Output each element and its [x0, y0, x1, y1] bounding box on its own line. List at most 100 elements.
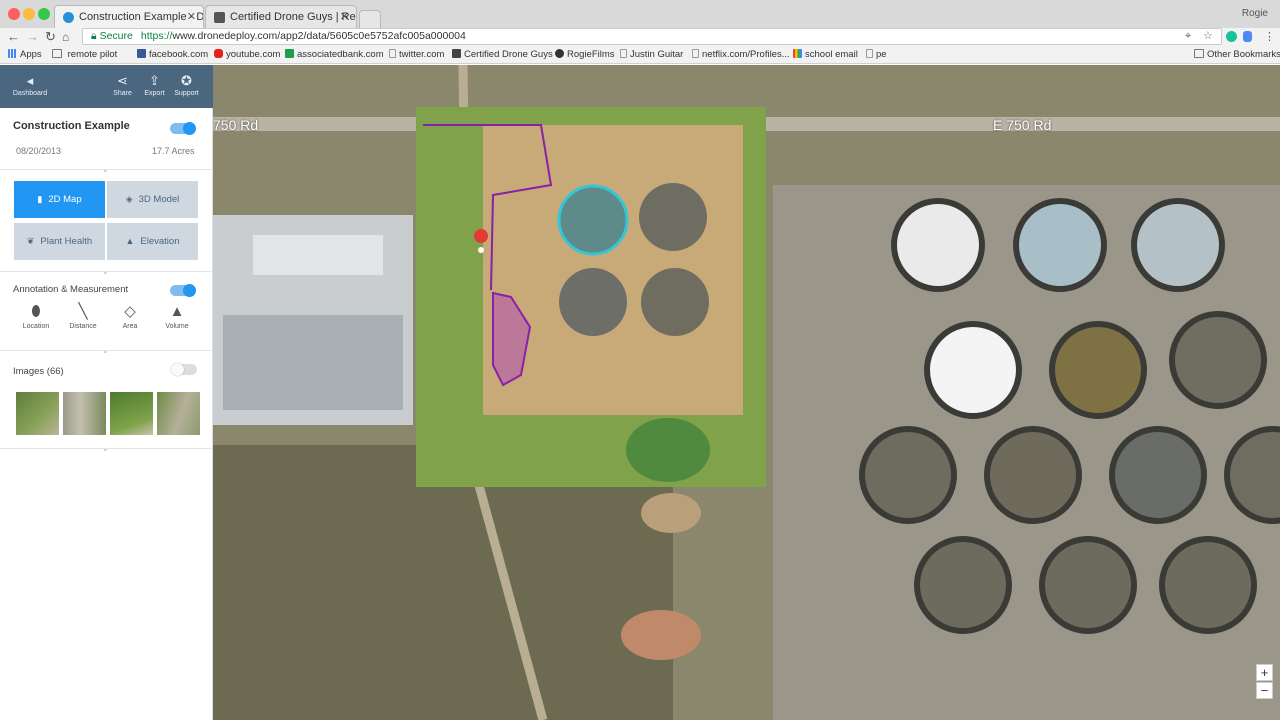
- profile-name[interactable]: Rogie: [1242, 8, 1268, 19]
- secure-label: Secure: [99, 30, 133, 42]
- tool-volume[interactable]: ▲ Volume: [157, 303, 197, 330]
- bookmark-link[interactable]: Certified Drone Guys: [452, 49, 553, 60]
- bookmark-link[interactable]: twitter.com: [389, 49, 444, 60]
- support-button[interactable]: ✪ Support: [172, 73, 201, 97]
- star-bookmark-icon[interactable]: ☆: [1203, 29, 1213, 44]
- tab-title: Construction Example - Drone: [79, 11, 204, 23]
- pyramid-icon: ▲: [169, 303, 185, 320]
- road-label: E 750 Rd: [993, 117, 1052, 133]
- tank: [639, 183, 707, 251]
- maximize-window-button[interactable]: [38, 8, 50, 20]
- menu-kebab-icon[interactable]: ⋮: [1264, 29, 1275, 45]
- mode-plant-health-button[interactable]: ❦ Plant Health: [14, 223, 105, 260]
- annotation-section-label: Annotation & Measurement: [13, 284, 129, 295]
- browser-toolbar: ← → ↻ ⌂ 🔒︎ Secure https://www.dronedeploy.…: [0, 28, 1280, 46]
- images-toggle[interactable]: [171, 363, 197, 376]
- minimize-window-button[interactable]: [23, 8, 35, 20]
- chevron-down-icon[interactable]: ⌄: [102, 165, 109, 174]
- tool-area[interactable]: ◇ Area: [110, 303, 150, 330]
- forward-icon[interactable]: →: [26, 29, 39, 45]
- facebook-icon: [137, 49, 146, 58]
- back-icon[interactable]: ←: [7, 29, 20, 45]
- close-window-button[interactable]: [8, 8, 20, 20]
- apps-grid-icon: [8, 49, 17, 58]
- film-icon: [555, 49, 564, 58]
- image-thumbnail[interactable]: [16, 392, 59, 435]
- bookmark-link[interactable]: RogieFilms: [555, 49, 615, 60]
- extension-icon[interactable]: [1243, 31, 1252, 42]
- mode-2d-map-button[interactable]: ▮ 2D Map: [14, 181, 105, 218]
- leaf-icon: ❦: [26, 236, 35, 246]
- polygon-icon: ◇: [124, 303, 136, 320]
- tool-distance[interactable]: ╲ Distance: [63, 303, 103, 330]
- bookmark-folder[interactable]: remote pilot: [52, 49, 117, 60]
- image-thumbnail[interactable]: [63, 392, 106, 435]
- zoom-in-button[interactable]: +: [1256, 664, 1273, 681]
- tool-location[interactable]: ⬮ Location: [16, 303, 56, 330]
- retention-pond: [626, 418, 710, 482]
- drone-icon: [452, 49, 461, 58]
- page-icon: [692, 49, 699, 58]
- google-icon: [793, 49, 802, 58]
- bank-icon: [285, 49, 294, 58]
- zoom-out-button[interactable]: −: [1256, 682, 1273, 699]
- road-label: 750 Rd: [213, 117, 259, 133]
- image-thumbnail[interactable]: [157, 392, 200, 435]
- facility-building: [253, 235, 383, 275]
- share-button[interactable]: ⋖ Share: [110, 73, 135, 97]
- back-arrow-icon: ◂: [26, 73, 34, 88]
- image-thumbnail[interactable]: [110, 392, 153, 435]
- tank-highlighted: [557, 184, 629, 256]
- share-icon: ⋖: [117, 73, 128, 88]
- home-icon[interactable]: ⌂: [62, 29, 69, 45]
- export-icon: ⇪: [149, 73, 160, 88]
- grammarly-extension-icon[interactable]: [1226, 31, 1237, 42]
- support-lifebuoy-icon: ✪: [181, 73, 192, 88]
- browser-tab[interactable]: Certified Drone Guys | Real E ✕: [205, 5, 357, 28]
- reload-icon[interactable]: ↻: [45, 29, 56, 45]
- bookmark-link[interactable]: pe: [866, 49, 887, 60]
- industrial-lot: [223, 315, 403, 410]
- pond: [621, 610, 701, 660]
- folder-icon: [52, 49, 62, 58]
- mode-3d-model-button[interactable]: ◈ 3D Model: [107, 181, 198, 218]
- bookmark-link[interactable]: associatedbank.com: [285, 49, 384, 60]
- bookmark-link[interactable]: school email: [793, 49, 858, 60]
- close-tab-icon[interactable]: ✕: [340, 10, 349, 23]
- mode-elevation-button[interactable]: ▲ Elevation: [107, 223, 198, 260]
- bookmark-link[interactable]: netflix.com/Profiles...: [692, 49, 790, 60]
- location-icon[interactable]: ⌖: [1185, 29, 1191, 44]
- folder-icon: [1194, 49, 1204, 58]
- chevron-down-icon[interactable]: ⌄: [102, 444, 109, 453]
- ruler-line-icon: ╲: [78, 303, 88, 320]
- chevron-down-icon[interactable]: ⌄: [102, 346, 109, 355]
- bookmarks-bar: Apps remote pilot facebook.com youtube.c…: [0, 46, 1280, 64]
- project-date: 08/20/2013: [16, 146, 62, 156]
- map-canvas[interactable]: 750 Rd E 750 Rd: [213, 65, 1280, 720]
- browser-tab-active[interactable]: Construction Example - Drone ✕: [54, 5, 204, 28]
- bookmark-link[interactable]: facebook.com: [137, 49, 208, 60]
- bookmark-link[interactable]: Justin Guitar: [620, 49, 683, 60]
- new-tab-button[interactable]: [359, 10, 381, 28]
- other-bookmarks[interactable]: Other Bookmarks: [1194, 49, 1280, 60]
- youtube-icon: [214, 49, 223, 58]
- page-icon: [866, 49, 873, 58]
- project-visibility-toggle[interactable]: [170, 122, 196, 135]
- mountain-icon: ▲: [125, 236, 135, 246]
- toggle-knob: [183, 122, 196, 135]
- page-icon: [620, 49, 627, 58]
- close-tab-icon[interactable]: ✕: [187, 10, 196, 23]
- address-bar[interactable]: 🔒︎ Secure https://www.dronedeploy.com/app2…: [82, 28, 1222, 45]
- export-button[interactable]: ⇪ Export: [141, 73, 168, 97]
- bookmark-apps[interactable]: Apps: [8, 49, 42, 60]
- annotation-toggle[interactable]: [170, 284, 196, 297]
- toggle-knob: [171, 363, 184, 376]
- bookmark-link[interactable]: youtube.com: [214, 49, 280, 60]
- browser-tab-strip: Construction Example - Drone ✕ Certified…: [0, 0, 1280, 28]
- aerial-map[interactable]: [213, 65, 1280, 720]
- sidebar-header: ◂ Dashboard ⋖ Share ⇪ Export ✪ Support: [0, 65, 213, 108]
- chevron-down-icon[interactable]: ⌄: [102, 267, 109, 276]
- dashboard-button[interactable]: ◂ Dashboard: [12, 73, 48, 97]
- tab-title: Certified Drone Guys | Real E: [230, 11, 356, 23]
- url-scheme: https://: [140, 30, 173, 42]
